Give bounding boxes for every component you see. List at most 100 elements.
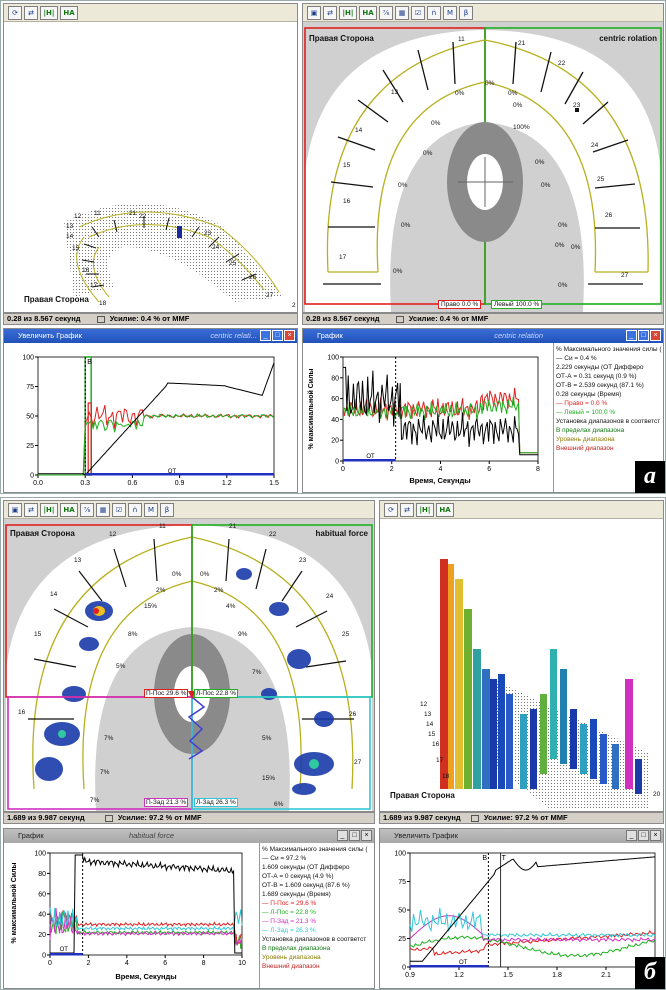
a-right-toolbar-button-6[interactable]: ☑: [411, 5, 425, 20]
b-right-toolbar-button-0[interactable]: ⟳: [384, 502, 398, 517]
a-right-toolbar-button-9[interactable]: β: [459, 5, 473, 20]
a-graph-titlebar[interactable]: График centric relation _ □ ×: [303, 329, 663, 343]
a-graph-ytick-label-5: 0: [335, 459, 339, 466]
b-arch-pct-15: 6%: [274, 801, 284, 808]
b-legend-item-1: — Си = 97.2 %: [262, 855, 307, 862]
b-left-toolbar-button-3[interactable]: HA: [60, 502, 78, 517]
b-left-status-checkbox[interactable]: [104, 814, 113, 822]
b-zoom-window: Увеличить График _ □ × 100 75 50 25 0 0.9 1.2 1.5…: [379, 828, 664, 989]
b-graph-xtick-label-1: 2: [86, 960, 90, 967]
a-arch-tooth-12: 27: [621, 272, 629, 279]
a-left-status-checkbox[interactable]: [96, 315, 105, 323]
b-zoom-titlebar[interactable]: Увеличить График _ □ ×: [380, 829, 663, 843]
b-graph-titlebar[interactable]: График habitual force _ □ ×: [4, 829, 374, 843]
b-zoom-close-button[interactable]: ×: [650, 830, 661, 841]
a-zoom-ytick-label-0: 100: [22, 355, 34, 362]
a-3d-tooth-3: 22: [139, 213, 147, 220]
b-left-toolbar-button-4[interactable]: ⅞: [80, 502, 94, 517]
b-left-toolbar-button-5[interactable]: ▦: [96, 502, 110, 517]
a-right-status-checkbox[interactable]: [395, 315, 404, 323]
b-arch-pct-4: 15%: [144, 603, 158, 610]
b-right-toolbar-button-3[interactable]: HA: [436, 502, 454, 517]
b-arch-pct-2: 2%: [156, 587, 166, 594]
b-left-toolbar-button-6[interactable]: ☑: [112, 502, 126, 517]
a-graph-maximize-button[interactable]: □: [638, 330, 649, 341]
b-left-toolbar-button-9[interactable]: β: [160, 502, 174, 517]
b-zoom-title: Увеличить График: [394, 831, 458, 840]
a-right-toolbar-button-0[interactable]: ▣: [307, 5, 321, 20]
a-3d-corner-number: 2: [292, 302, 296, 309]
b-graph-ytick-label-3: 40: [38, 912, 46, 919]
b-left-toolbar-button-7[interactable]: ṅ: [128, 502, 142, 517]
b-graph-close-button[interactable]: ×: [361, 830, 372, 841]
b-left-status-time: 1.689 из 9.987 секунд: [7, 813, 85, 822]
b-arch-svg: [4, 519, 374, 811]
b-graph-minimize-button[interactable]: _: [337, 830, 348, 841]
b-3d-side-label: Правая Сторона: [390, 791, 455, 800]
a-zoom-titlebar[interactable]: Увеличить График centric relati... _ □ ×: [4, 329, 297, 343]
b-3d-tooth-2: 14: [426, 721, 434, 728]
a-zoom-close-button[interactable]: ×: [284, 330, 295, 341]
a-arch-tooth-10: 26: [605, 212, 613, 219]
b-right-status-bar: 1.689 из 9.987 секунд Усилие: 97.2 % от …: [379, 812, 664, 824]
a-left-status-bar: 0.28 из 8.567 секунд Усилие: 0.4 % от MM…: [3, 313, 298, 325]
a-right-toolbar-button-5[interactable]: ▦: [395, 5, 409, 20]
a-graph-window: График centric relation _ □ × 100 80 60 40 20 0…: [302, 328, 664, 493]
a-3d-tooth-9: 25: [229, 260, 237, 267]
a-right-toolbar-button-3[interactable]: HA: [359, 5, 377, 20]
b-graph-ylabel: % максимальной Силы: [10, 862, 18, 943]
a-right-toolbar-button-1[interactable]: ⇄: [323, 5, 337, 20]
a-left-status-time: 0.28 из 8.567 секунд: [7, 314, 81, 323]
b-left-toolbar-button-2[interactable]: |H|: [40, 502, 58, 517]
a-right-toolbar-button-8[interactable]: M: [443, 5, 457, 20]
a-zoom-xtick-label-2: 0.6: [128, 480, 138, 487]
b-graph-xtick-label-3: 6: [163, 960, 167, 967]
b-right-toolbar-button-1[interactable]: ⇄: [400, 502, 414, 517]
a-zoom-maximize-button[interactable]: □: [272, 330, 283, 341]
b-right-status-checkbox[interactable]: [470, 814, 479, 822]
a-right-status-bar: 0.28 из 8.567 секунд Усилие: 0.4 % от MM…: [302, 313, 664, 325]
a-arch-tooth-9: 16: [343, 198, 351, 205]
b-right-toolbar-button-2[interactable]: |H|: [416, 502, 434, 517]
a-arch-tooth-2: 22: [558, 60, 566, 67]
b-arch-tooth-11: 26: [349, 711, 357, 718]
b-arch-pct-8: 5%: [116, 663, 126, 670]
a-arch-pct-11: 0%: [558, 222, 568, 229]
a-left-toolbar-button-2[interactable]: |H|: [40, 5, 58, 20]
a-arch-tooth-0: 11: [458, 36, 465, 43]
a-left-toolbar-button-3[interactable]: HA: [60, 5, 78, 20]
b-legend-item-9: — Л-Зад = 26.3 %: [262, 927, 316, 934]
b-graph-ot: ОТ: [60, 947, 69, 953]
a-arch-tooth-7: 15: [343, 162, 351, 169]
b-right-status-force: Усилие: 97.2 % от MMF: [483, 813, 568, 822]
a-graph-subtitle: centric relation: [494, 331, 543, 340]
a-arch-pct-7: 0%: [535, 159, 545, 166]
b-zoom-blue-bar: [410, 965, 489, 968]
b-zoom-minimize-button[interactable]: _: [626, 830, 637, 841]
a-right-toolbar-button-4[interactable]: ⅞: [379, 5, 393, 20]
b-left-toolbar-button-8[interactable]: M: [144, 502, 158, 517]
a-zoom-ytick-label-4: 0: [30, 473, 34, 480]
a-graph-xtick-label-1: 2: [390, 466, 394, 473]
a-graph-ylabel: % максимальной Силы: [307, 368, 315, 449]
a-zoom-minimize-button[interactable]: _: [260, 330, 271, 341]
b-graph-maximize-button[interactable]: □: [349, 830, 360, 841]
a-graph-minimize-button[interactable]: _: [626, 330, 637, 341]
a-graph-ytick-label-4: 20: [331, 438, 339, 445]
a-legend-item-1: — Си = 0.4 %: [556, 355, 597, 362]
b-3d-tooth-3: 15: [428, 731, 436, 738]
b-zoom-maximize-button[interactable]: □: [638, 830, 649, 841]
a-left-toolbar-button-1[interactable]: ⇄: [24, 5, 38, 20]
b-left-toolbar-button-0[interactable]: ▣: [8, 502, 22, 517]
a-graph-close-button[interactable]: ×: [650, 330, 661, 341]
a-3d-tooth-14: 18: [99, 300, 107, 307]
b-zoom-ytick-label-0: 100: [394, 851, 406, 858]
b-left-toolbar-button-1[interactable]: ⇄: [24, 502, 38, 517]
b-legend-item-7: — Л-Пос = 22.8 %: [262, 909, 316, 916]
b-zoom-ytick-label-1: 75: [398, 879, 406, 886]
a-left-toolbar-button-0[interactable]: ⟳: [8, 5, 22, 20]
a-right-toolbar-button-2[interactable]: |H|: [339, 5, 357, 20]
a-right-toolbar-button-7[interactable]: ṅ: [427, 5, 441, 20]
b-zoom-ytick-label-4: 0: [402, 965, 406, 972]
b-box-lp: Л-Пос 22.8 %: [194, 689, 239, 698]
